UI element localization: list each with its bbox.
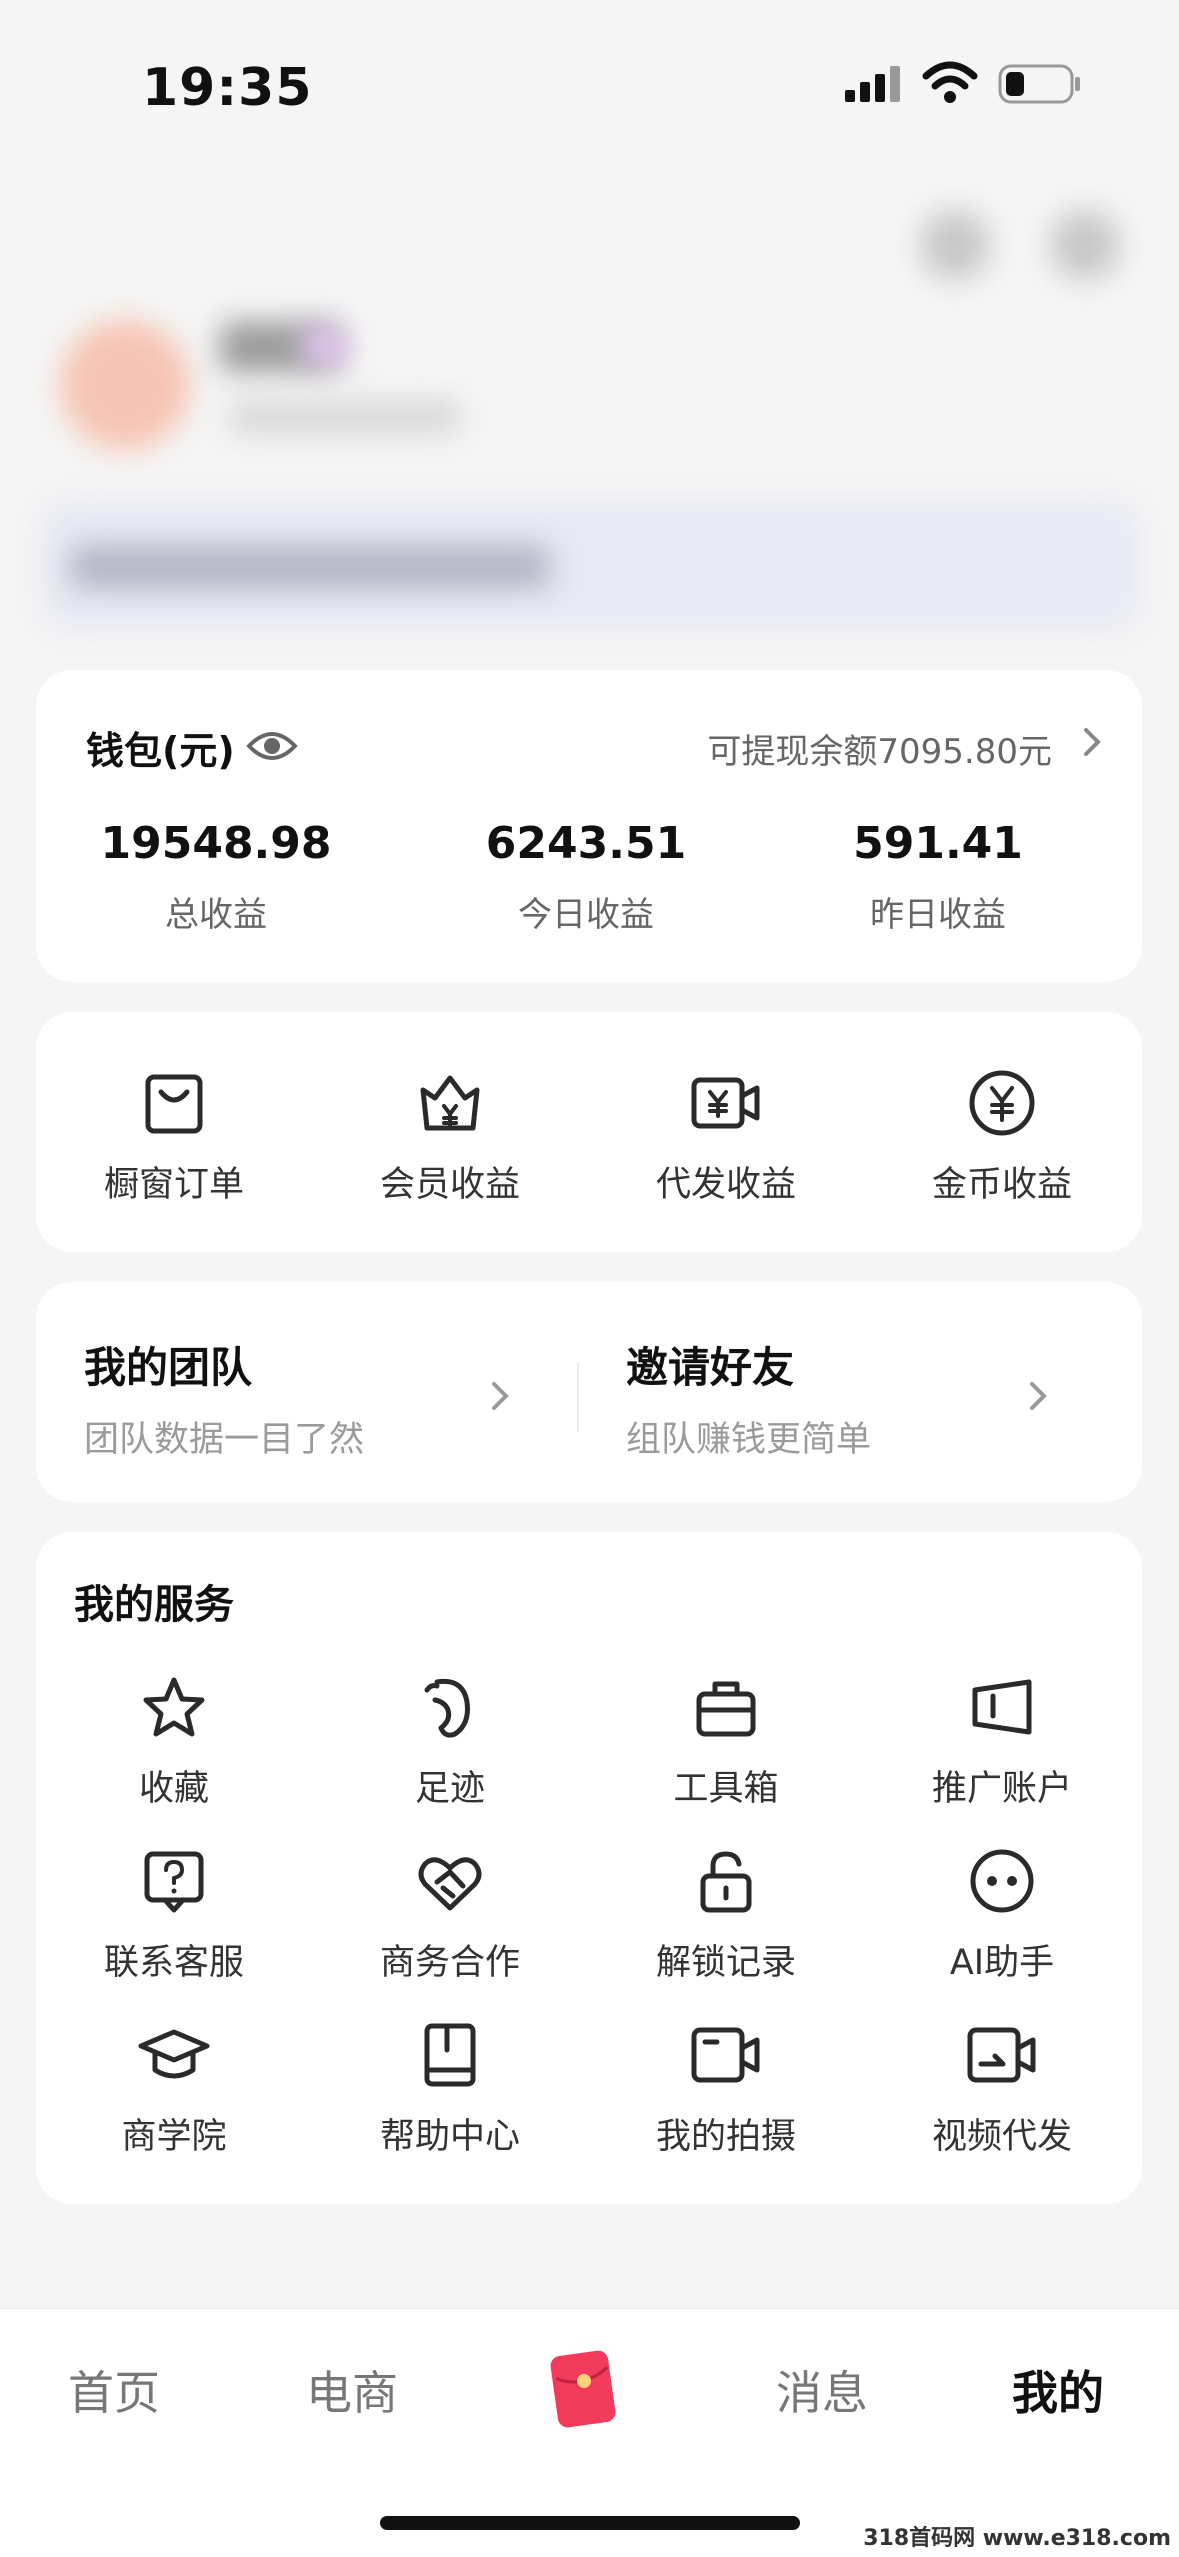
tab-home[interactable]: 首页 bbox=[68, 2357, 160, 2423]
stat-yesterday: 591.41 昨日收益 bbox=[758, 818, 1118, 936]
help-chat-icon bbox=[144, 1851, 204, 1913]
tab-ecommerce[interactable]: 电商 bbox=[306, 2357, 398, 2423]
stat-yesterday-value: 591.41 bbox=[853, 818, 1023, 869]
member-banner-text bbox=[70, 545, 550, 589]
avatar[interactable] bbox=[60, 320, 190, 450]
service-business-school[interactable]: 商学院 bbox=[36, 2020, 312, 2159]
eye-icon[interactable] bbox=[246, 726, 298, 770]
earnings-label: 橱窗订单 bbox=[103, 1165, 244, 1205]
coin-yen-icon bbox=[969, 1070, 1035, 1136]
earnings-card: 橱窗订单 会员收益 代发收益 金币收益 bbox=[36, 1012, 1142, 1252]
stat-total-label: 总收益 bbox=[165, 895, 267, 935]
earnings-item-window-orders[interactable]: 橱窗订单 bbox=[36, 1068, 312, 1207]
chevron-right-icon[interactable] bbox=[488, 1376, 512, 1420]
stat-today-value: 6243.51 bbox=[485, 818, 687, 869]
stat-yesterday-label: 昨日收益 bbox=[870, 895, 1006, 935]
home-indicator[interactable] bbox=[380, 2516, 800, 2530]
service-ad-account[interactable]: 推广账户 bbox=[864, 1672, 1140, 1811]
chevron-right-icon[interactable] bbox=[1026, 1376, 1050, 1420]
service-label: 收藏 bbox=[138, 1769, 209, 1809]
graduation-cap-icon bbox=[138, 2029, 210, 2079]
wifi-icon bbox=[922, 60, 978, 108]
service-label: 联系客服 bbox=[103, 1943, 244, 1983]
service-footprints[interactable]: 足迹 bbox=[312, 1672, 588, 1811]
stat-total-value: 19548.98 bbox=[100, 818, 332, 869]
heart-handshake-icon bbox=[418, 1857, 482, 1911]
service-label: 商学院 bbox=[121, 2117, 227, 2157]
divider bbox=[577, 1362, 579, 1432]
user-badge bbox=[300, 326, 350, 366]
video-forward-icon bbox=[967, 2027, 1036, 2083]
service-help-center[interactable]: 帮助中心 bbox=[312, 2020, 588, 2159]
tab-mine[interactable]: 我的 bbox=[1012, 2357, 1104, 2423]
service-business[interactable]: 商务合作 bbox=[312, 1846, 588, 1985]
service-my-shooting[interactable]: 我的拍摄 bbox=[588, 2020, 864, 2159]
video-yen-icon bbox=[691, 1077, 760, 1129]
team-card: 我的团队 团队数据一目了然 邀请好友 组队赚钱更简单 bbox=[36, 1282, 1142, 1502]
unlock-icon bbox=[700, 1851, 752, 1913]
service-label: 我的拍摄 bbox=[655, 2117, 796, 2157]
ad-account-icon bbox=[972, 1679, 1032, 1735]
service-label: 视频代发 bbox=[931, 2117, 1072, 2157]
service-unlock-records[interactable]: 解锁记录 bbox=[588, 1846, 864, 1985]
earnings-item-dropship[interactable]: 代发收益 bbox=[588, 1068, 864, 1207]
book-icon bbox=[424, 2023, 476, 2087]
service-label: 推广账户 bbox=[931, 1769, 1072, 1809]
earnings-item-coins[interactable]: 金币收益 bbox=[864, 1068, 1140, 1207]
video-camera-icon bbox=[691, 2027, 760, 2083]
service-label: 足迹 bbox=[414, 1769, 485, 1809]
user-subinfo bbox=[230, 400, 460, 434]
star-icon bbox=[143, 1677, 205, 1737]
header-action-icons[interactable] bbox=[920, 210, 1140, 280]
service-label: 解锁记录 bbox=[655, 1943, 796, 1983]
service-label: 工具箱 bbox=[673, 1769, 779, 1809]
crown-yen-icon bbox=[420, 1075, 480, 1131]
stat-today-label: 今日收益 bbox=[518, 895, 654, 935]
stat-total: 19548.98 总收益 bbox=[36, 818, 396, 936]
service-label: 商务合作 bbox=[379, 1943, 520, 1983]
withdrawable-balance[interactable]: 可提现余额7095.80元 bbox=[707, 724, 1052, 773]
robot-face-icon bbox=[970, 1849, 1034, 1913]
earnings-label: 代发收益 bbox=[655, 1165, 796, 1205]
red-envelope-icon[interactable] bbox=[548, 2349, 618, 2433]
chevron-right-icon[interactable] bbox=[1080, 722, 1104, 766]
service-customer-support[interactable]: 联系客服 bbox=[36, 1846, 312, 1985]
service-video-dropship[interactable]: 视频代发 bbox=[864, 2020, 1140, 2159]
wallet-card[interactable]: 钱包(元) 可提现余额7095.80元 19548.98 总收益 6243.51… bbox=[36, 670, 1142, 982]
battery-icon bbox=[998, 64, 1082, 108]
stat-today: 6243.51 今日收益 bbox=[406, 818, 766, 936]
earnings-label: 金币收益 bbox=[931, 1165, 1072, 1205]
footprint-icon bbox=[424, 1678, 470, 1738]
service-ai-assistant[interactable]: AI助手 bbox=[864, 1846, 1140, 1985]
wallet-title: 钱包(元) bbox=[86, 729, 235, 773]
services-title: 我的服务 bbox=[74, 1582, 234, 1628]
service-label: 帮助中心 bbox=[379, 2117, 520, 2157]
tab-messages[interactable]: 消息 bbox=[776, 2357, 868, 2423]
service-favorites[interactable]: 收藏 bbox=[36, 1672, 312, 1811]
service-label: AI助手 bbox=[949, 1943, 1055, 1983]
watermark: 318首码网 www.e318.com bbox=[863, 2526, 1171, 2551]
cellular-signal-icon bbox=[845, 64, 905, 108]
toolbox-icon bbox=[696, 1681, 756, 1737]
services-card: 我的服务 收藏 足迹 工具箱 推广账户 联系客服 商务合作 解锁记录 AI助手 … bbox=[36, 1532, 1142, 2204]
shopping-bag-icon bbox=[145, 1074, 203, 1134]
earnings-label: 会员收益 bbox=[379, 1165, 520, 1205]
status-time: 19:35 bbox=[142, 58, 313, 118]
earnings-item-member[interactable]: 会员收益 bbox=[312, 1068, 588, 1207]
service-toolbox[interactable]: 工具箱 bbox=[588, 1672, 864, 1811]
